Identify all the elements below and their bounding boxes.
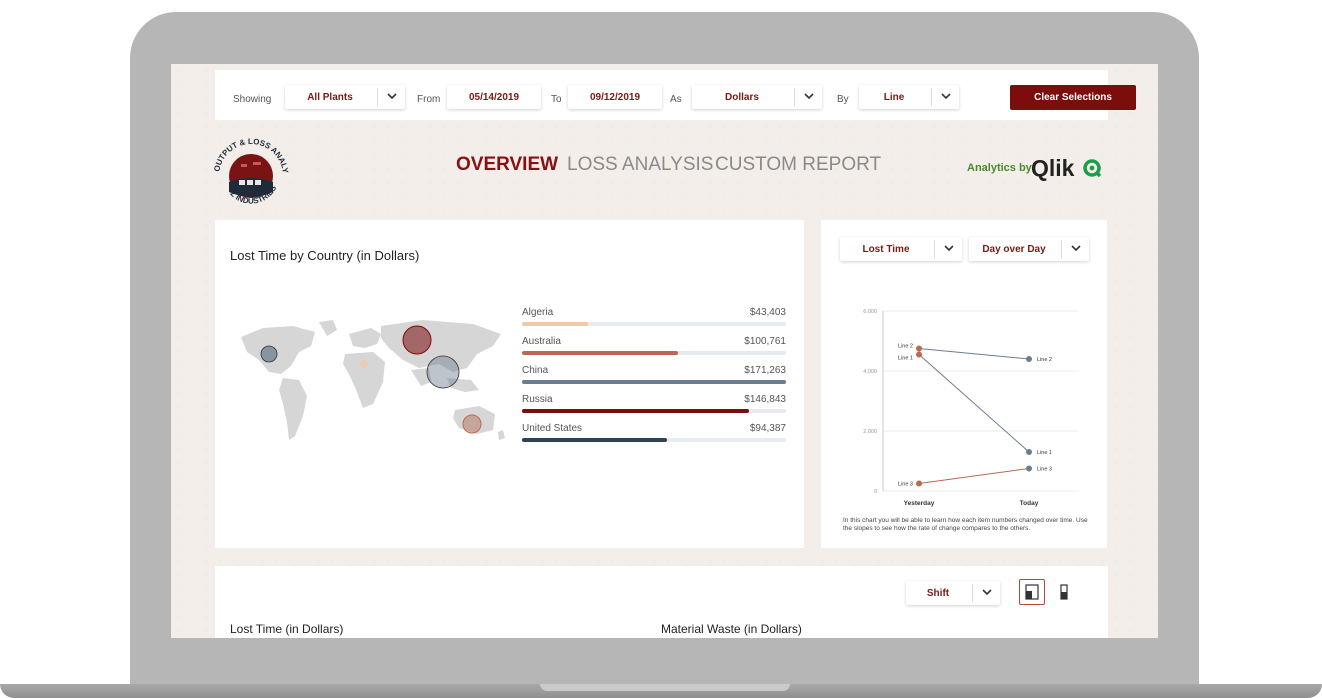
country-value: $94,387 <box>749 423 786 434</box>
bar-layout-icon <box>1025 584 1039 600</box>
series-end-label: Line 2 <box>1037 357 1052 363</box>
country-name: China <box>522 365 549 376</box>
shift-dropdown[interactable]: Shift <box>906 581 1000 605</box>
series-point-end <box>1026 356 1032 362</box>
chevron-down-icon <box>944 245 954 252</box>
series-point-end <box>1026 449 1032 455</box>
series-start-label: Line 3 <box>898 482 913 488</box>
y-tick-label: 2,000 <box>863 429 877 435</box>
country-name: Algeria <box>522 307 554 318</box>
to-label: To <box>551 94 562 105</box>
country-name: United States <box>522 423 583 434</box>
to-date-value: 09/12/2019 <box>589 92 641 103</box>
units-dropdown[interactable]: Dollars <box>692 85 822 109</box>
lost-time-map-card: Lost Time by Country (in Dollars) Algeri… <box>215 220 804 548</box>
comparison-dropdown[interactable]: Day over Day <box>969 237 1089 261</box>
slope-chart-card: Lost Time Day over Day 0 2,000 4,000 6,000 Y… <box>821 220 1107 548</box>
x-tick-label: Today <box>1020 500 1039 507</box>
by-dropdown[interactable]: Line <box>859 85 959 109</box>
country-name: Australia <box>522 336 561 347</box>
app-logo: OUTPUT & LOSS ANALYSIS Z INDUSTRIES <box>211 132 290 206</box>
y-tick-label: 6,000 <box>863 309 877 315</box>
chevron-down-icon <box>941 93 951 100</box>
chevron-down-icon <box>982 589 992 596</box>
country-bar-fill <box>522 380 786 384</box>
from-date-field[interactable]: 05/14/2019 <box>447 85 541 109</box>
country-bar-fill <box>522 438 668 442</box>
country-value: $43,403 <box>749 307 786 318</box>
as-label: As <box>670 94 682 105</box>
qlik-icon <box>1083 159 1102 178</box>
map-bubble-australia[interactable] <box>462 414 482 434</box>
chevron-down-icon <box>387 93 397 100</box>
series-line <box>918 354 1030 453</box>
plants-value: All Plants <box>307 92 353 103</box>
measure-dropdown[interactable]: Lost Time <box>840 237 962 261</box>
showing-label: Showing <box>233 94 272 105</box>
tab-loss-analysis[interactable]: LOSS ANALYSIS <box>567 154 713 176</box>
map-bubble-russia[interactable] <box>402 325 432 355</box>
country-bar-track <box>522 380 786 384</box>
shift-value: Shift <box>926 588 950 599</box>
country-name: Russia <box>522 394 553 405</box>
country-bar-track <box>522 351 786 355</box>
by-value: Line <box>883 92 905 103</box>
series-point-start <box>916 351 922 358</box>
laptop-notch <box>540 684 790 691</box>
app-screen: Showing All Plants From 05/14/2019 To 09… <box>171 64 1158 638</box>
slope-chart-note: In this chart you will be able to learn … <box>843 517 1088 532</box>
series-point-end <box>1026 465 1032 472</box>
qlik-logo-text: Qlik <box>1031 155 1075 181</box>
x-tick-label: Yesterday <box>904 500 935 507</box>
y-tick-label: 4,000 <box>863 369 877 375</box>
series-end-label: Line 3 <box>1037 467 1052 473</box>
material-waste-title: Material Waste (in Dollars) <box>661 622 802 636</box>
tab-overview[interactable]: OVERVIEW <box>456 154 558 176</box>
tab-custom-report[interactable]: CUSTOM REPORT <box>715 154 881 176</box>
map-bubble-algeria[interactable] <box>360 360 368 368</box>
country-bar-fill <box>522 322 588 326</box>
filter-toolbar: Showing All Plants From 05/14/2019 To 09… <box>215 70 1136 120</box>
comparison-value: Day over Day <box>982 244 1046 255</box>
clear-selections-button[interactable]: Clear Selections <box>1010 85 1136 110</box>
layout-toggle-single-button[interactable] <box>1051 579 1077 605</box>
from-label: From <box>417 94 441 105</box>
map-bubble-china[interactable] <box>426 355 460 389</box>
country-bar-fill <box>522 409 750 413</box>
world-map <box>241 320 505 440</box>
series-line <box>918 348 1030 360</box>
measure-value: Lost Time <box>862 244 910 255</box>
country-value: $100,761 <box>744 336 786 347</box>
map-bubble-united-states[interactable] <box>260 345 278 363</box>
country-bar-fill <box>522 351 678 355</box>
to-date-field[interactable]: 09/12/2019 <box>568 85 662 109</box>
single-bar-icon <box>1060 584 1068 600</box>
lost-time-title: Lost Time (in Dollars) <box>230 622 344 636</box>
units-value: Dollars <box>725 92 759 103</box>
series-start-label: Line 1 <box>898 356 913 362</box>
country-bar-track <box>522 322 786 326</box>
series-point-start <box>916 480 922 487</box>
y-tick-label: 0 <box>874 489 877 495</box>
series-end-label: Line 1 <box>1037 450 1052 456</box>
plants-dropdown[interactable]: All Plants <box>285 85 405 109</box>
country-value: $146,843 <box>744 394 786 405</box>
slope-chart: 0 2,000 4,000 6,000 Yesterday Today Line 1 Line… <box>863 309 1079 507</box>
chevron-down-icon <box>1071 245 1081 252</box>
series-line <box>918 468 1030 484</box>
by-label: By <box>837 94 849 105</box>
country-value: $171,263 <box>744 365 786 376</box>
bottom-card: Shift Lost Time (in Dollars) Material Wa… <box>215 566 1108 638</box>
country-bar-track <box>522 409 786 413</box>
layout-toggle-bars-button[interactable] <box>1019 579 1045 605</box>
map-card-title: Lost Time by Country (in Dollars) <box>230 248 420 263</box>
series-start-label: Line 2 <box>898 344 913 350</box>
analytics-label: Analytics by <box>967 162 1032 174</box>
country-bar-track <box>522 438 786 442</box>
chevron-down-icon <box>804 93 814 100</box>
from-date-value: 05/14/2019 <box>468 92 520 103</box>
series-point-start <box>916 345 922 352</box>
